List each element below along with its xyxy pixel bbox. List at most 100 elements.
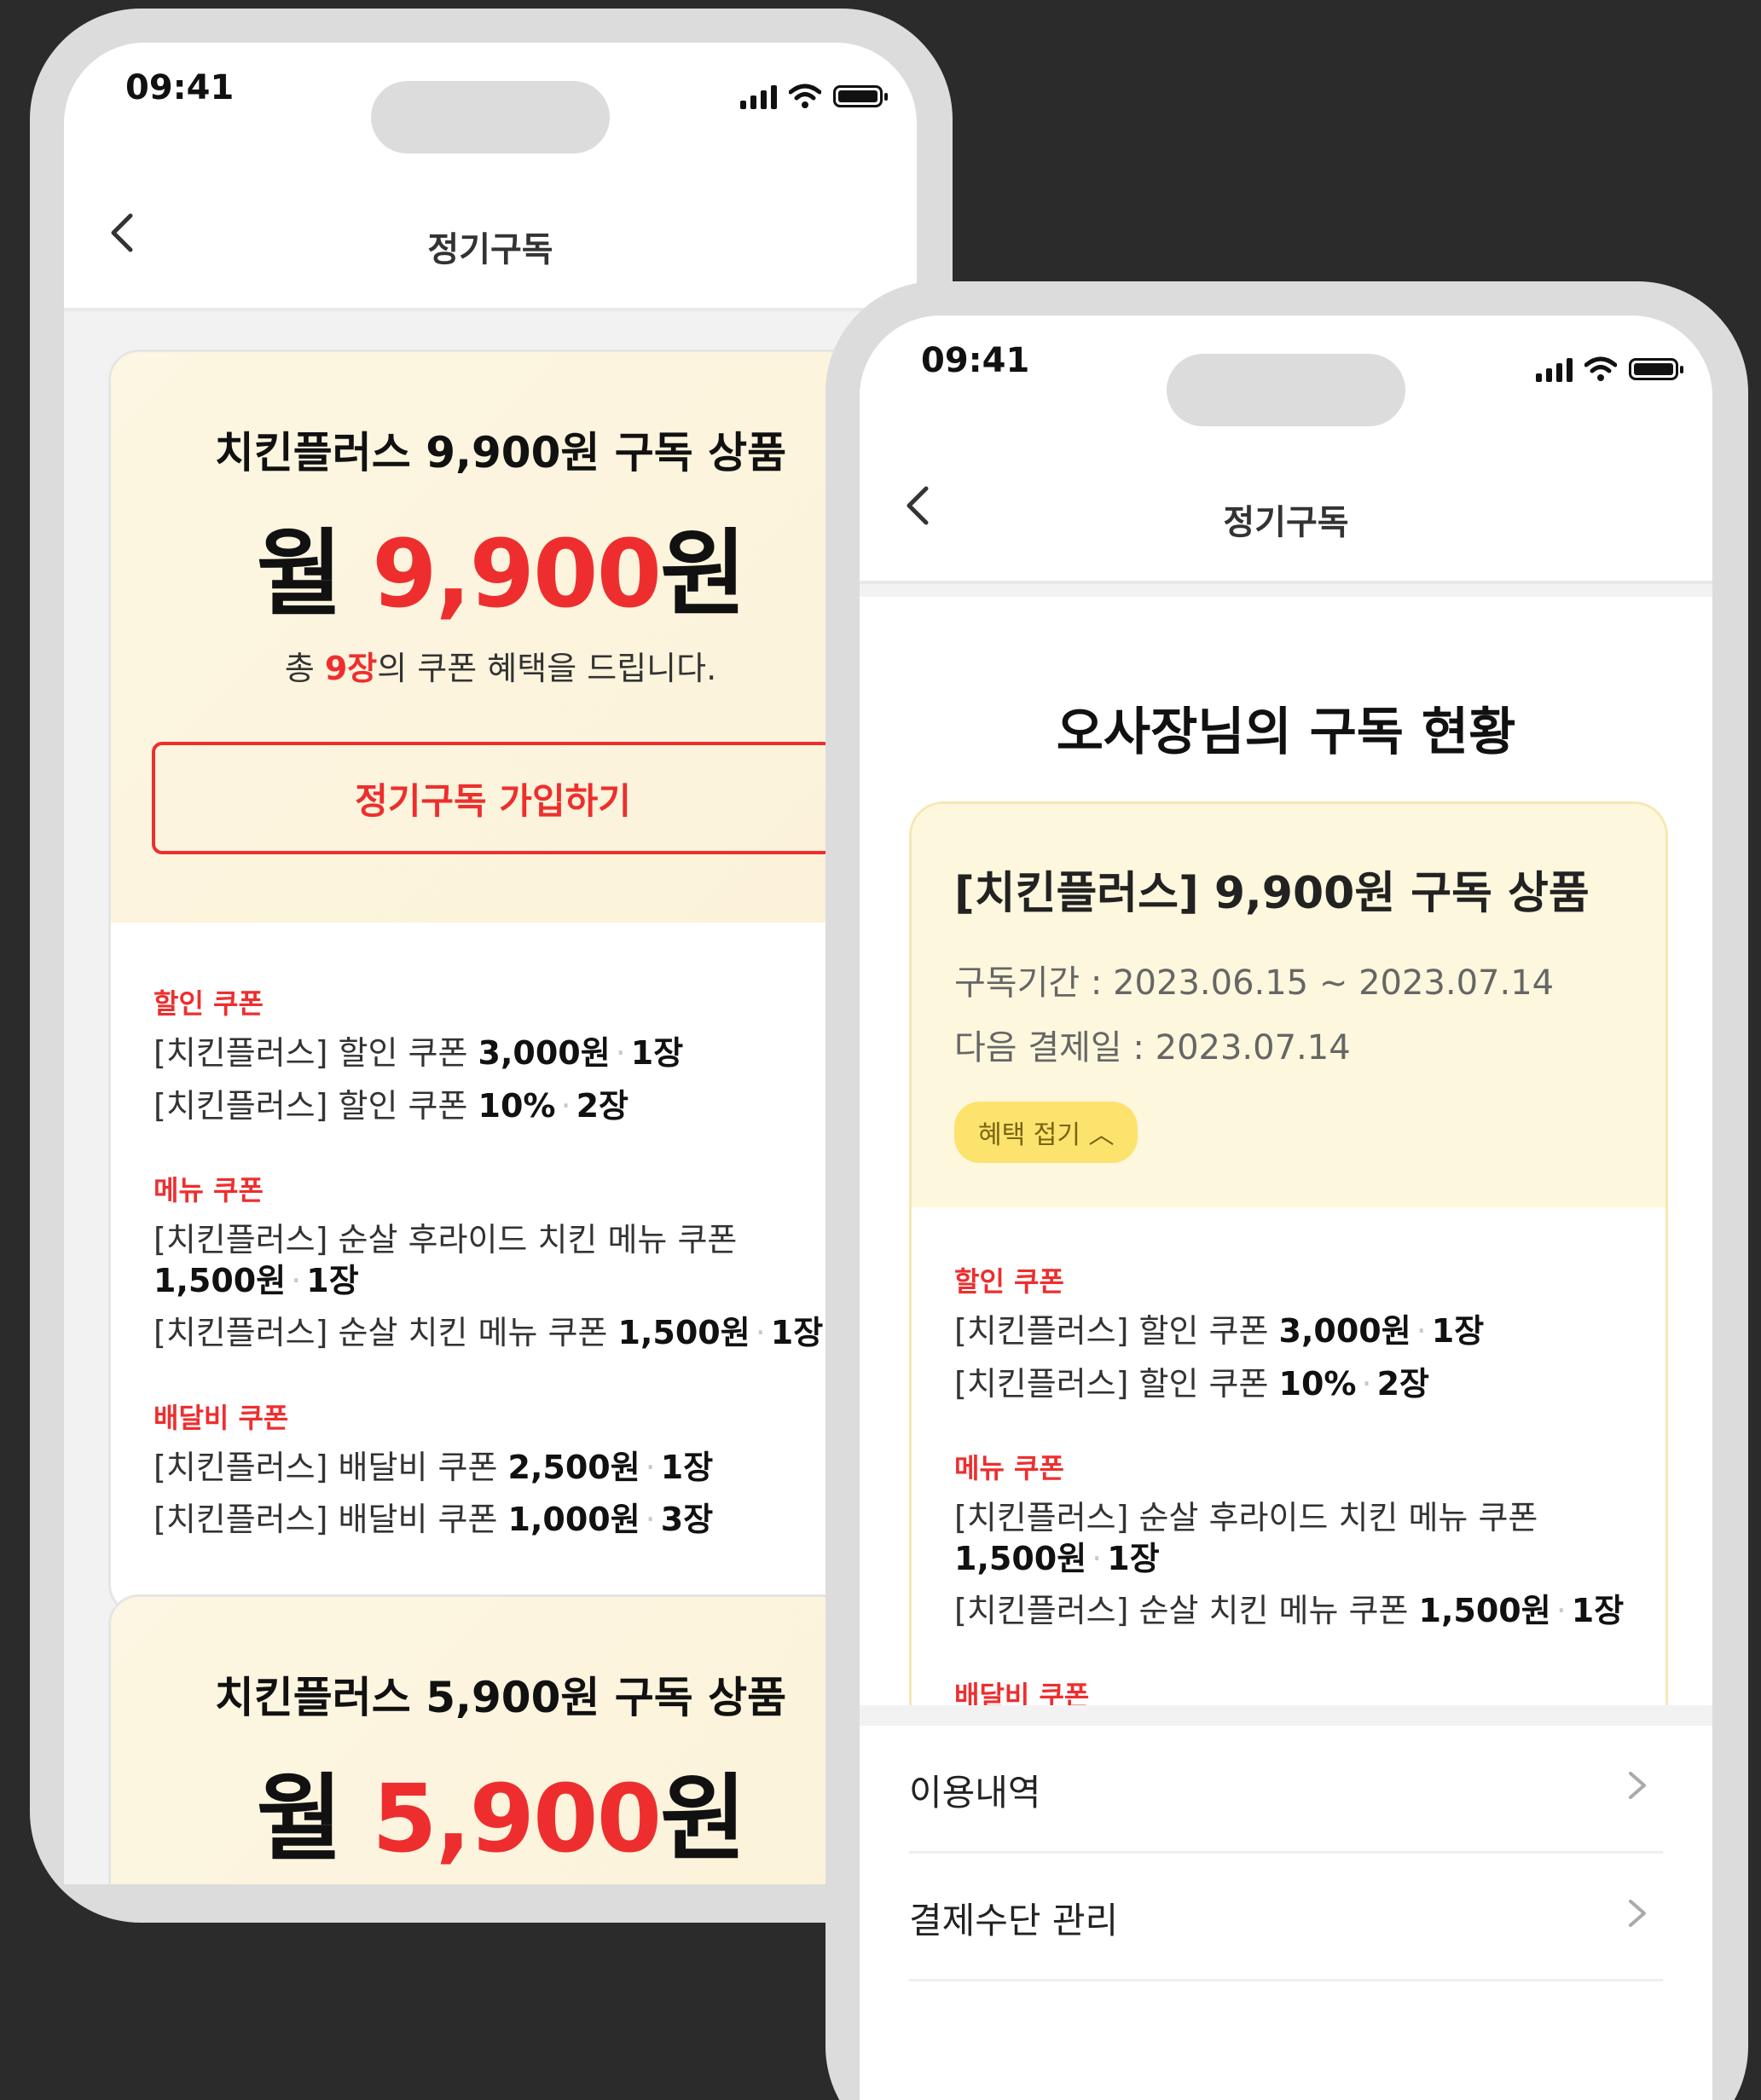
item-amount: 3,000원 [478, 1034, 611, 1072]
battery-icon [1629, 358, 1683, 380]
item-amount: 3,000원 [1278, 1312, 1411, 1350]
product-price: 월 9,900원 [111, 497, 890, 633]
list-item: [치킨플러스] 배달비 쿠폰 2,500원·1장 [154, 1448, 890, 1489]
price-prefix: 월 [256, 519, 373, 628]
nav-bar: 정기구독 [64, 183, 917, 311]
menu-item-label: 결제수단 관리 [909, 1900, 1119, 1941]
item-amount-line: 1,500원 · 1장 [954, 1539, 1665, 1580]
price-suffix: 원 [660, 519, 746, 628]
total-suffix: 의 쿠폰 혜택을 드립니다. [377, 650, 717, 687]
status-icons [1536, 356, 1683, 382]
wifi-icon [1584, 356, 1617, 381]
discount-coupon-label: 할인 쿠폰 [154, 987, 264, 1020]
list-item: [치킨플러스] 순살 후라이드 치킨 메뉴 쿠폰 1,500원 · 1장 [954, 1498, 1665, 1579]
list-item: [치킨플러스] 할인 쿠폰 3,000원 · 1장 [954, 1311, 1665, 1352]
wifi-icon [789, 84, 821, 108]
separator: · [755, 1314, 766, 1351]
chevron-right-icon [1629, 1772, 1646, 1799]
separator: · [1555, 1592, 1567, 1629]
join-subscription-button[interactable]: 정기구독 가입하기 [152, 742, 834, 854]
separator: · [1416, 1312, 1427, 1350]
chevron-right-icon [1629, 1900, 1646, 1927]
item-count: 3장 [660, 1501, 714, 1538]
separator: · [615, 1034, 626, 1072]
subscription-period: 구독기간 : 2023.06.15 ~ 2023.07.14 [954, 963, 1555, 1003]
price-number: 9,900 [372, 519, 662, 628]
item-amount: 1,000원 [507, 1501, 640, 1538]
item-text: [치킨플러스] 할인 쿠폰 [154, 1086, 478, 1125]
discount-coupon-group: 할인 쿠폰 [치킨플러스] 할인 쿠폰 3,000원 · 1장 [치킨플러스] 할인… [154, 982, 890, 1126]
product-price: 월 5,900원 [111, 1742, 890, 1878]
collapse-benefits-button[interactable]: 혜택 접기 ︿ [954, 1102, 1138, 1163]
signal-icon [1536, 356, 1573, 382]
nav-bar: 정기구독 [860, 456, 1712, 584]
item-text: [치킨플러스] 순살 후라이드 치킨 메뉴 쿠폰 [154, 1221, 738, 1258]
item-count: 1장 [306, 1261, 359, 1299]
item-count: 1장 [630, 1034, 684, 1072]
list-item: [치킨플러스] 순살 후라이드 치킨 메뉴 쿠폰 1,500원 · 1장 [154, 1220, 890, 1301]
separator: · [291, 1261, 302, 1299]
separator: · [645, 1501, 656, 1538]
benefit-list: 할인 쿠폰 [치킨플러스] 할인 쿠폰 3,000원 · 1장 [치킨플러스] 할인… [111, 923, 890, 1612]
next-payment-date: 다음 결제일 : 2023.07.14 [954, 1028, 1351, 1067]
menu-item-usage-history[interactable]: 이용내역 [909, 1726, 1663, 1854]
product-card-header: 치킨플러스 5,900원 구독 상품 월 5,900원 [111, 1597, 890, 1884]
item-count: 1장 [770, 1314, 824, 1351]
status-bar: 09:41 [860, 315, 1712, 456]
item-count: 1장 [660, 1448, 714, 1486]
subscribed-product-title: [치킨플러스] 9,900원 구독 상품 [954, 868, 1590, 919]
separator: · [1361, 1364, 1372, 1403]
list-item: [치킨플러스] 순살 치킨 메뉴 쿠폰 1,500원 · 1장 [954, 1591, 1665, 1632]
item-amount: 1,500원 [954, 1539, 1087, 1577]
battery-icon [833, 85, 888, 107]
menu-coupon-group: 메뉴 쿠폰 [치킨플러스] 순살 후라이드 치킨 메뉴 쿠폰 1,500원 · 1장 … [154, 1169, 890, 1354]
item-text: [치킨플러스] 순살 치킨 메뉴 쿠폰 [154, 1314, 618, 1351]
item-amount: 10% [478, 1086, 556, 1125]
subscription-status-body: 오사장님의 구독 현황 [치킨플러스] 9,900원 구독 상품 구독기간 : … [860, 597, 1712, 2100]
phone-mockup-subscription-status: 09:41 정기구독 오사장님의 구독 현황 [치킨플러스] 9,900원 구독… [825, 281, 1748, 2100]
dynamic-island [1167, 354, 1405, 426]
section-divider [860, 1705, 1712, 1726]
item-count: 2장 [1376, 1364, 1429, 1403]
total-count: 9장 [324, 650, 378, 687]
item-amount: 2,500원 [507, 1448, 640, 1486]
item-count: 1장 [1431, 1312, 1485, 1350]
page-title: 정기구독 [427, 230, 553, 269]
separator: · [1092, 1539, 1103, 1577]
list-item: [치킨플러스] 할인 쿠폰 10% · 2장 [954, 1364, 1665, 1405]
item-text: [치킨플러스] 할인 쿠폰 [954, 1364, 1279, 1403]
account-menu: 이용내역 결제수단 관리 [860, 1726, 1712, 1981]
item-text: [치킨플러스] 배달비 쿠폰 [154, 1501, 508, 1538]
item-text: [치킨플러스] 할인 쿠폰 [154, 1034, 478, 1072]
menu-item-payment-methods[interactable]: 결제수단 관리 [909, 1854, 1663, 1981]
page-title: 정기구독 [1223, 503, 1349, 542]
coupon-total: 총 9장의 쿠폰 혜택을 드립니다. [111, 642, 890, 689]
item-amount: 10% [1278, 1364, 1357, 1403]
price-suffix: 원 [660, 1764, 746, 1873]
item-text: [치킨플러스] 순살 후라이드 치킨 메뉴 쿠폰 [954, 1499, 1538, 1536]
product-card-5900: 치킨플러스 5,900원 구독 상품 월 5,900원 [108, 1594, 893, 1884]
separator: · [645, 1448, 656, 1486]
menu-coupon-label: 메뉴 쿠폰 [954, 1452, 1064, 1484]
menu-item-label: 이용내역 [909, 1772, 1041, 1814]
item-amount-line: 1,500원 · 1장 [154, 1261, 890, 1302]
signal-icon [740, 84, 777, 109]
list-item: [치킨플러스] 배달비 쿠폰 1,000원·3장 [154, 1500, 890, 1541]
list-item: [치킨플러스] 할인 쿠폰 10% · 2장 [154, 1086, 890, 1127]
list-item: [치킨플러스] 할인 쿠폰 3,000원 · 1장 [154, 1033, 890, 1074]
discount-coupon-label: 할인 쿠폰 [954, 1265, 1064, 1298]
menu-coupon-group: 메뉴 쿠폰 [치킨플러스] 순살 후라이드 치킨 메뉴 쿠폰 1,500원 · 1장 … [954, 1447, 1665, 1632]
phone-mockup-subscription-plans: 09:41 정기구독 치킨플러스 9,900원 구독 상품 월 9,900원 총… [30, 9, 953, 1923]
status-card-header: [치킨플러스] 9,900원 구독 상품 구독기간 : 2023.06.15 ~… [912, 804, 1665, 1207]
separator: · [560, 1086, 571, 1125]
item-text: [치킨플러스] 순살 치킨 메뉴 쿠폰 [954, 1592, 1419, 1629]
item-count: 1장 [1107, 1539, 1160, 1577]
status-time: 09:41 [125, 68, 235, 107]
price-number: 5,900 [372, 1764, 662, 1873]
product-title: 치킨플러스 5,900원 구독 상품 [214, 1673, 787, 1722]
status-icons [740, 84, 888, 109]
delivery-coupon-label: 배달비 쿠폰 [154, 1401, 289, 1434]
product-card-header: 치킨플러스 9,900원 구독 상품 월 9,900원 총 9장의 쿠폰 혜택을… [111, 352, 890, 923]
item-text: [치킨플러스] 할인 쿠폰 [954, 1312, 1279, 1350]
status-heading: 오사장님의 구독 현황 [1056, 703, 1516, 762]
